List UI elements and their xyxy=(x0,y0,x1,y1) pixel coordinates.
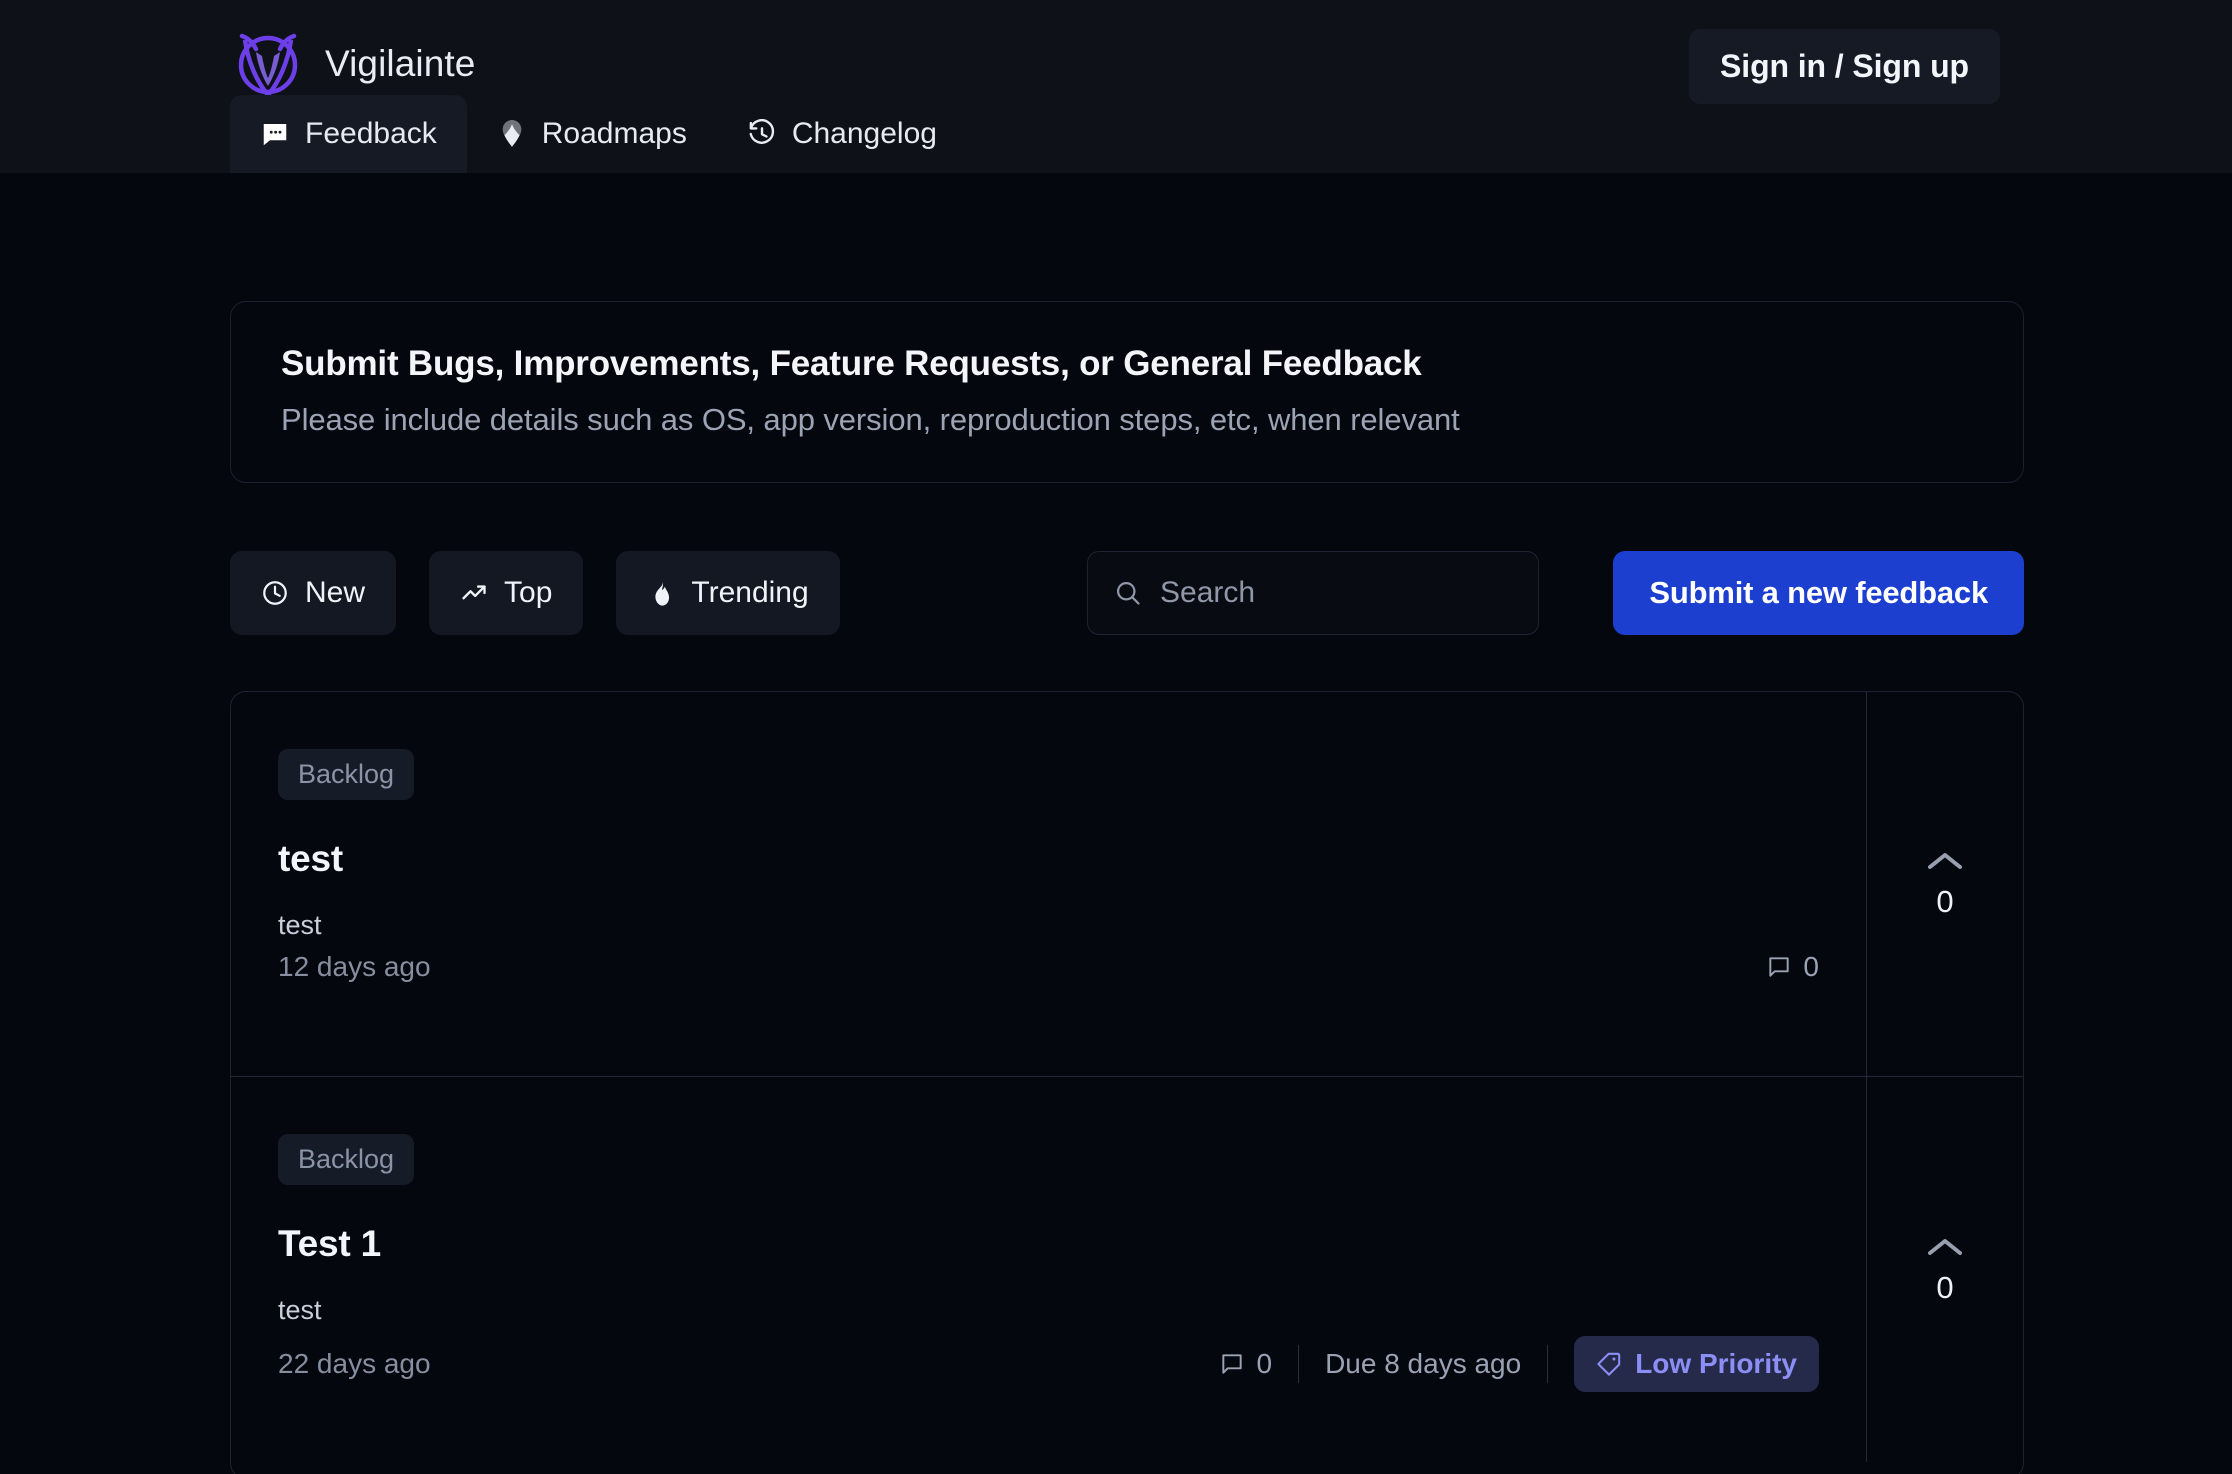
comment-count-value: 0 xyxy=(1803,951,1819,982)
status-badge: Backlog xyxy=(278,1134,415,1185)
feedback-list-item[interactable]: Backlog test test 12 days ago 0 0 xyxy=(231,692,2023,1077)
vote-count: 0 xyxy=(1936,1269,1954,1305)
feedback-list-item[interactable]: Backlog Test 1 test 22 days ago 0 Due 8 … xyxy=(231,1077,2023,1462)
hero-title: Submit Bugs, Improvements, Feature Reque… xyxy=(281,344,1422,383)
upvote-control[interactable]: 0 xyxy=(1866,692,2023,1076)
tab-changelog-label: Changelog xyxy=(791,117,937,150)
filter-buttons: New Top Trending xyxy=(230,551,840,635)
filter-new-button[interactable]: New xyxy=(230,551,397,635)
tab-feedback[interactable]: Feedback xyxy=(230,95,467,173)
feedback-content: Backlog test test 12 days ago 0 xyxy=(231,692,1866,1076)
feedback-meta-row: 12 days ago 0 xyxy=(278,951,1819,983)
feedback-timestamp: 12 days ago xyxy=(278,951,431,982)
meta-divider xyxy=(1298,1345,1300,1383)
search-input[interactable] xyxy=(1160,576,1546,610)
feedback-list: Backlog test test 12 days ago 0 0 Backlo… xyxy=(230,691,2024,1474)
clock-icon xyxy=(261,579,289,607)
trending-up-icon xyxy=(460,579,488,607)
upvote-control[interactable]: 0 xyxy=(1866,1077,2023,1462)
comment-count[interactable]: 0 xyxy=(1219,1348,1272,1380)
map-pin-icon xyxy=(497,119,527,149)
filter-top-button[interactable]: Top xyxy=(429,551,584,635)
feedback-description: test xyxy=(278,1295,322,1325)
controls-row: New Top Trending Search Submit a new fee… xyxy=(230,551,2024,635)
feedback-title[interactable]: Test 1 xyxy=(278,1223,1819,1265)
search-icon xyxy=(1114,579,1142,607)
status-badge: Backlog xyxy=(278,749,415,800)
feedback-description: test xyxy=(278,910,322,940)
owl-v-logo-icon xyxy=(230,26,306,102)
top-header-bar: Vigilainte Sign in / Sign up Feedback Ro… xyxy=(0,0,2232,173)
feedback-title[interactable]: test xyxy=(278,838,1819,880)
feedback-meta-right: 0 xyxy=(1766,951,1819,983)
search-box[interactable] xyxy=(1087,551,1546,635)
page-body: Submit Bugs, Improvements, Feature Reque… xyxy=(0,173,2232,1474)
filter-trending-label: Trending xyxy=(691,576,809,609)
chevron-up-icon xyxy=(1925,1234,1965,1260)
due-date: Due 8 days ago xyxy=(1325,1348,1522,1379)
comment-icon xyxy=(1766,954,1792,980)
priority-label: Low Priority xyxy=(1635,1348,1797,1379)
vote-count: 0 xyxy=(1936,884,1954,919)
brand-name: Vigilainte xyxy=(325,43,476,84)
tag-icon xyxy=(1596,1351,1622,1377)
history-clock-icon xyxy=(747,119,777,149)
comment-count[interactable]: 0 xyxy=(1766,951,1819,983)
meta-divider xyxy=(1547,1345,1549,1383)
sign-in-sign-up-button[interactable]: Sign in / Sign up xyxy=(1689,29,2000,104)
comment-icon xyxy=(1219,1351,1245,1377)
comment-count-value: 0 xyxy=(1256,1348,1273,1379)
filter-top-label: Top xyxy=(504,576,553,609)
brand[interactable]: Vigilainte xyxy=(230,26,475,102)
hero-subtitle: Please include details such as OS, app v… xyxy=(281,402,1460,437)
filter-new-label: New xyxy=(305,576,366,609)
main-nav-tabs: Feedback Roadmaps Changelog xyxy=(230,95,967,173)
message-square-icon xyxy=(260,119,290,149)
priority-badge: Low Priority xyxy=(1574,1336,1819,1392)
feedback-timestamp: 22 days ago xyxy=(278,1348,431,1379)
feedback-meta-right: 0 Due 8 days ago Low Priority xyxy=(1219,1336,1819,1392)
flame-icon xyxy=(647,579,675,607)
tab-roadmaps[interactable]: Roadmaps xyxy=(467,95,717,173)
hero-card: Submit Bugs, Improvements, Feature Reque… xyxy=(230,301,2024,483)
tab-changelog[interactable]: Changelog xyxy=(717,95,967,173)
chevron-up-icon xyxy=(1925,848,1965,874)
feedback-content: Backlog Test 1 test 22 days ago 0 Due 8 … xyxy=(231,1077,1866,1462)
filter-trending-button[interactable]: Trending xyxy=(616,551,840,635)
tab-roadmaps-label: Roadmaps xyxy=(541,117,687,150)
submit-new-feedback-button[interactable]: Submit a new feedback xyxy=(1613,551,2024,635)
feedback-meta-row: 22 days ago 0 Due 8 days ago Low Priorit… xyxy=(278,1336,1819,1392)
tab-feedback-label: Feedback xyxy=(305,117,437,150)
